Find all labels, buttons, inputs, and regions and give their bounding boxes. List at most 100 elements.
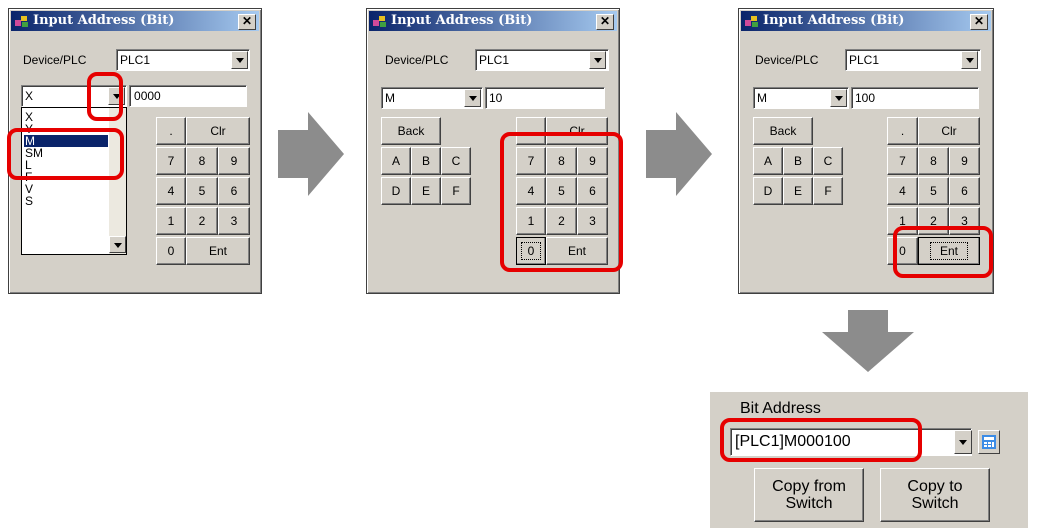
device-type-dropdown-button[interactable] (830, 89, 847, 107)
address-input[interactable]: 10 (485, 87, 605, 109)
device-plc-dropdown-button[interactable] (589, 51, 606, 69)
key-f-label: F (824, 184, 832, 198)
copy-from-label-2: Switch (785, 495, 833, 512)
copy-to-switch-button[interactable]: Copy to Switch (880, 468, 990, 522)
key-d-label: D (391, 184, 401, 198)
key-2[interactable]: 2 (186, 207, 218, 235)
device-plc-select[interactable]: PLC1 (116, 49, 250, 71)
address-value: 0 (134, 89, 141, 103)
close-button[interactable]: ✕ (970, 14, 988, 30)
device-plc-label: Device/PLC (385, 53, 449, 67)
highlight-dropdown-button (87, 72, 123, 121)
key-b[interactable]: B (783, 147, 813, 175)
key-5-label: 5 (930, 184, 937, 198)
key-e[interactable]: E (783, 177, 813, 205)
key-c[interactable]: C (813, 147, 843, 175)
key-9-label: 9 (961, 154, 968, 168)
key-d[interactable]: D (381, 177, 411, 205)
key-e[interactable]: E (411, 177, 441, 205)
key-0-label: 0 (167, 244, 175, 258)
key-1[interactable]: 1 (156, 207, 186, 235)
key-7-label: 7 (899, 154, 906, 168)
key-dot[interactable]: . (156, 117, 186, 145)
list-item[interactable]: S (24, 195, 108, 207)
keypad-icon (982, 435, 996, 449)
key-back-label: Back (769, 124, 797, 138)
key-4-label: 4 (167, 184, 175, 198)
app-icon (745, 16, 758, 27)
key-6[interactable]: 6 (949, 177, 980, 205)
address-input[interactable]: 0000 (129, 85, 247, 107)
key-8-label: 8 (198, 154, 206, 168)
close-button[interactable]: ✕ (596, 14, 614, 30)
arrow-right-icon (646, 112, 712, 196)
key-d[interactable]: D (753, 177, 783, 205)
dialog-title: Input Address (Bit) (391, 13, 533, 28)
key-7[interactable]: 7 (156, 147, 186, 175)
key-a[interactable]: A (753, 147, 783, 175)
address-input[interactable]: 100 (851, 87, 979, 109)
key-ent-label: Ent (208, 244, 227, 258)
key-c-label: C (451, 154, 461, 168)
list-item[interactable]: V (24, 183, 108, 195)
list-scroll-down-button[interactable] (109, 236, 126, 253)
calculator-icon[interactable] (978, 430, 1000, 454)
titlebar: Input Address (Bit) ✕ (369, 11, 617, 31)
key-a[interactable]: A (381, 147, 411, 175)
key-9[interactable]: 9 (949, 147, 980, 175)
key-5[interactable]: 5 (918, 177, 949, 205)
key-f[interactable]: F (441, 177, 471, 205)
key-clr-label: Clr (210, 124, 226, 138)
key-9[interactable]: 9 (218, 147, 250, 175)
key-6[interactable]: 6 (218, 177, 250, 205)
key-1-label: 1 (167, 214, 175, 228)
key-e-label: E (793, 184, 802, 198)
key-5-label: 5 (198, 184, 206, 198)
key-c[interactable]: C (441, 147, 471, 175)
device-plc-label: Device/PLC (23, 53, 87, 67)
copy-from-switch-button[interactable]: Copy from Switch (754, 468, 864, 522)
key-8[interactable]: 8 (918, 147, 949, 175)
device-plc-dropdown-button[interactable] (231, 51, 248, 69)
device-plc-dropdown-button[interactable] (961, 51, 978, 69)
key-0[interactable]: 0 (156, 237, 186, 265)
close-button[interactable]: ✕ (238, 14, 256, 30)
key-8-label: 8 (930, 154, 937, 168)
key-4[interactable]: 4 (887, 177, 918, 205)
dialog-title: Input Address (Bit) (763, 13, 905, 28)
key-b-label: B (793, 154, 802, 168)
key-a-label: A (391, 154, 400, 168)
key-d-label: D (763, 184, 773, 198)
device-type-dropdown-button[interactable] (464, 89, 481, 107)
key-ent[interactable]: Ent (186, 237, 250, 265)
key-dot-label: . (900, 124, 905, 138)
key-clr[interactable]: Clr (186, 117, 250, 145)
key-4[interactable]: 4 (156, 177, 186, 205)
key-6-label: 6 (961, 184, 968, 198)
highlight-numeric-keys (500, 132, 623, 272)
key-back[interactable]: Back (381, 117, 441, 145)
key-dot[interactable]: . (887, 117, 918, 145)
key-clr-label: Clr (941, 124, 957, 138)
key-4-label: 4 (899, 184, 906, 198)
key-3-label: 3 (230, 214, 238, 228)
key-f-label: F (452, 184, 460, 198)
titlebar: Input Address (Bit) ✕ (11, 11, 259, 31)
key-clr[interactable]: Clr (918, 117, 980, 145)
arrow-down-icon (822, 310, 914, 372)
key-f[interactable]: F (813, 177, 843, 205)
copy-to-label-1: Copy to (907, 478, 963, 495)
key-2-label: 2 (198, 214, 206, 228)
copy-from-label-1: Copy from (772, 478, 846, 495)
arrow-right-icon (278, 112, 344, 196)
key-e-label: E (421, 184, 430, 198)
key-7[interactable]: 7 (887, 147, 918, 175)
bit-address-dropdown-button[interactable] (954, 430, 972, 454)
key-back[interactable]: Back (753, 117, 813, 145)
key-a-label: A (763, 154, 772, 168)
key-dot-label: . (169, 124, 173, 138)
key-3[interactable]: 3 (218, 207, 250, 235)
key-5[interactable]: 5 (186, 177, 218, 205)
key-b[interactable]: B (411, 147, 441, 175)
key-8[interactable]: 8 (186, 147, 218, 175)
